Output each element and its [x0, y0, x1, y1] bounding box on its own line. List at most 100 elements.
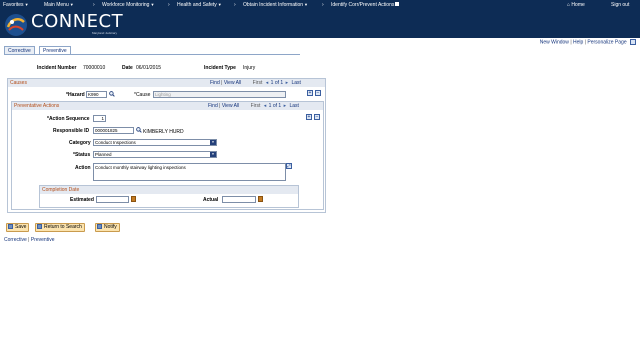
causes-header: Causes Find | View All First ◂ 1 of 1 ▸ …: [8, 79, 325, 87]
incident-date-label: Date: [122, 65, 133, 71]
main-menu[interactable]: Main Menu▼: [44, 2, 74, 8]
category-selected: Conduct Inspections: [95, 140, 136, 145]
next-arrow-icon[interactable]: ▸: [284, 103, 287, 109]
completion-date-header: Completion Date: [40, 186, 298, 194]
cause-input[interactable]: Lighting: [153, 91, 286, 98]
save-label: Save: [15, 224, 27, 230]
bottom-page-links: Corrective | Preventive: [4, 237, 55, 243]
hazard-input[interactable]: K990: [86, 91, 107, 98]
dropdown-arrow-icon: ▼: [210, 140, 216, 145]
responsible-id-input[interactable]: 000001825: [93, 127, 134, 134]
preventative-view-all-link[interactable]: View All: [222, 103, 239, 109]
page-options-icon[interactable]: [630, 39, 636, 45]
estimated-date-input[interactable]: [96, 196, 129, 203]
action-sequence-label: *Action Sequence: [47, 116, 90, 122]
home-label: Home: [571, 2, 585, 8]
causes-title: Causes: [10, 80, 27, 86]
category-label: Category: [69, 140, 91, 146]
incident-type-value: Injury: [243, 65, 256, 71]
actual-calendar-icon[interactable]: [258, 196, 263, 202]
causes-navigation: Find | View All First ◂ 1 of 1 ▸ Last: [210, 80, 301, 86]
preventative-navigation: Find | View All First ◂ 1 of 1 ▸ Last: [208, 103, 299, 109]
save-button[interactable]: Save: [6, 223, 30, 232]
preventative-range: 1 of 1: [268, 103, 282, 109]
caret-down-icon: ▼: [69, 2, 74, 7]
caret-down-icon: ▼: [217, 2, 222, 7]
notify-label: Notify: [104, 224, 117, 230]
main-menu-label: Main Menu: [44, 2, 69, 8]
brand-name: CONNECT: [31, 11, 124, 32]
home-link[interactable]: ⌂ Home: [567, 2, 585, 8]
sign-out-link[interactable]: Sign out: [611, 2, 629, 8]
responsible-name: KIMBERLY HURD: [143, 129, 184, 135]
tab-divider: [4, 54, 300, 55]
return-label: Return to Search: [44, 224, 82, 230]
causes-find-link[interactable]: Find: [210, 80, 220, 86]
status-label: *Status: [73, 152, 91, 158]
action-textarea[interactable]: Conduct monthly stairway lighting inspec…: [93, 163, 286, 181]
category-select[interactable]: Conduct Inspections ▼: [93, 139, 217, 146]
breadcrumb-label: Workforce Monitoring: [102, 2, 150, 8]
action-label: Action: [75, 165, 91, 171]
incident-number-label: Incident Number: [37, 65, 77, 71]
incident-type-label: Incident Type: [204, 65, 236, 71]
save-icon: [8, 224, 13, 230]
caret-down-icon: ▼: [150, 2, 155, 7]
status-select[interactable]: Planned ▼: [93, 151, 217, 158]
incident-date-value: 06/01/2015: [136, 65, 162, 71]
preventative-last-link[interactable]: Last: [289, 103, 298, 109]
prev-arrow-icon[interactable]: ◂: [266, 80, 269, 86]
preventative-actions-header: Preventative Actions Find | View All Fir…: [12, 102, 323, 110]
favorites-menu[interactable]: Favorites▼: [3, 2, 29, 8]
new-window-link[interactable]: New Window: [540, 39, 569, 45]
estimated-calendar-icon[interactable]: [131, 196, 136, 202]
caret-down-icon: ▼: [24, 2, 29, 7]
corrective-link[interactable]: Corrective: [4, 237, 27, 243]
breadcrumb-label: Identify Corr/Prevent Actions: [331, 2, 395, 8]
return-to-search-button[interactable]: Return to Search: [35, 223, 85, 232]
breadcrumb-health-and-safety[interactable]: Health and Safety▼: [177, 2, 222, 8]
favorites-label: Favorites: [3, 2, 24, 8]
next-arrow-icon[interactable]: ▸: [286, 80, 289, 86]
breadcrumb-separator: ›: [234, 2, 236, 8]
actual-label: Actual: [203, 197, 219, 203]
incident-number-value: 70000010: [83, 65, 106, 71]
action-sequence-input[interactable]: 1: [93, 115, 106, 122]
page-icon: [395, 2, 400, 6]
completion-date-title: Completion Date: [42, 187, 80, 193]
prev-arrow-icon[interactable]: ◂: [264, 103, 267, 109]
causes-last-link[interactable]: Last: [291, 80, 300, 86]
help-link[interactable]: Help: [573, 39, 583, 45]
caret-down-icon: ▼: [304, 2, 309, 7]
actual-date-input[interactable]: [222, 196, 256, 203]
preventative-find-link[interactable]: Find: [208, 103, 218, 109]
remove-action-button[interactable]: −: [314, 114, 320, 120]
expand-textarea-icon[interactable]: ⤢: [286, 163, 292, 169]
causes-range: 1 of 1: [270, 80, 284, 86]
cause-label: *Cause: [134, 92, 151, 98]
personalize-page-link[interactable]: Personalize Page: [587, 39, 626, 45]
breadcrumb-workforce-monitoring[interactable]: Workforce Monitoring▼: [102, 2, 154, 8]
responsible-lookup-icon[interactable]: [136, 127, 142, 133]
notify-button[interactable]: Notify: [95, 223, 120, 232]
breadcrumb-separator: ›: [322, 2, 324, 8]
top-nav-bar: Favorites▼ Main Menu▼ › Workforce Monito…: [0, 0, 640, 11]
breadcrumb-separator: ›: [93, 2, 95, 8]
add-cause-button[interactable]: +: [307, 90, 313, 96]
breadcrumb-identify-actions[interactable]: Identify Corr/Prevent Actions: [331, 2, 400, 8]
connect-logo-icon: [5, 14, 27, 36]
preventative-first-link[interactable]: First: [251, 103, 261, 109]
hazard-label: *Hazard: [66, 92, 85, 98]
estimated-label: Estimated: [70, 197, 94, 203]
remove-cause-button[interactable]: −: [315, 90, 321, 96]
breadcrumb-label: Health and Safety: [177, 2, 217, 8]
breadcrumb-obtain-incident-information[interactable]: Obtain Incident Information▼: [243, 2, 308, 8]
return-icon: [37, 224, 42, 230]
hazard-lookup-icon[interactable]: [109, 91, 115, 97]
causes-first-link[interactable]: First: [253, 80, 263, 86]
dropdown-arrow-icon: ▼: [210, 152, 216, 157]
causes-view-all-link[interactable]: View All: [224, 80, 241, 86]
preventive-link[interactable]: Preventive: [31, 237, 55, 243]
breadcrumb-label: Obtain Incident Information: [243, 2, 304, 8]
add-action-button[interactable]: +: [306, 114, 312, 120]
